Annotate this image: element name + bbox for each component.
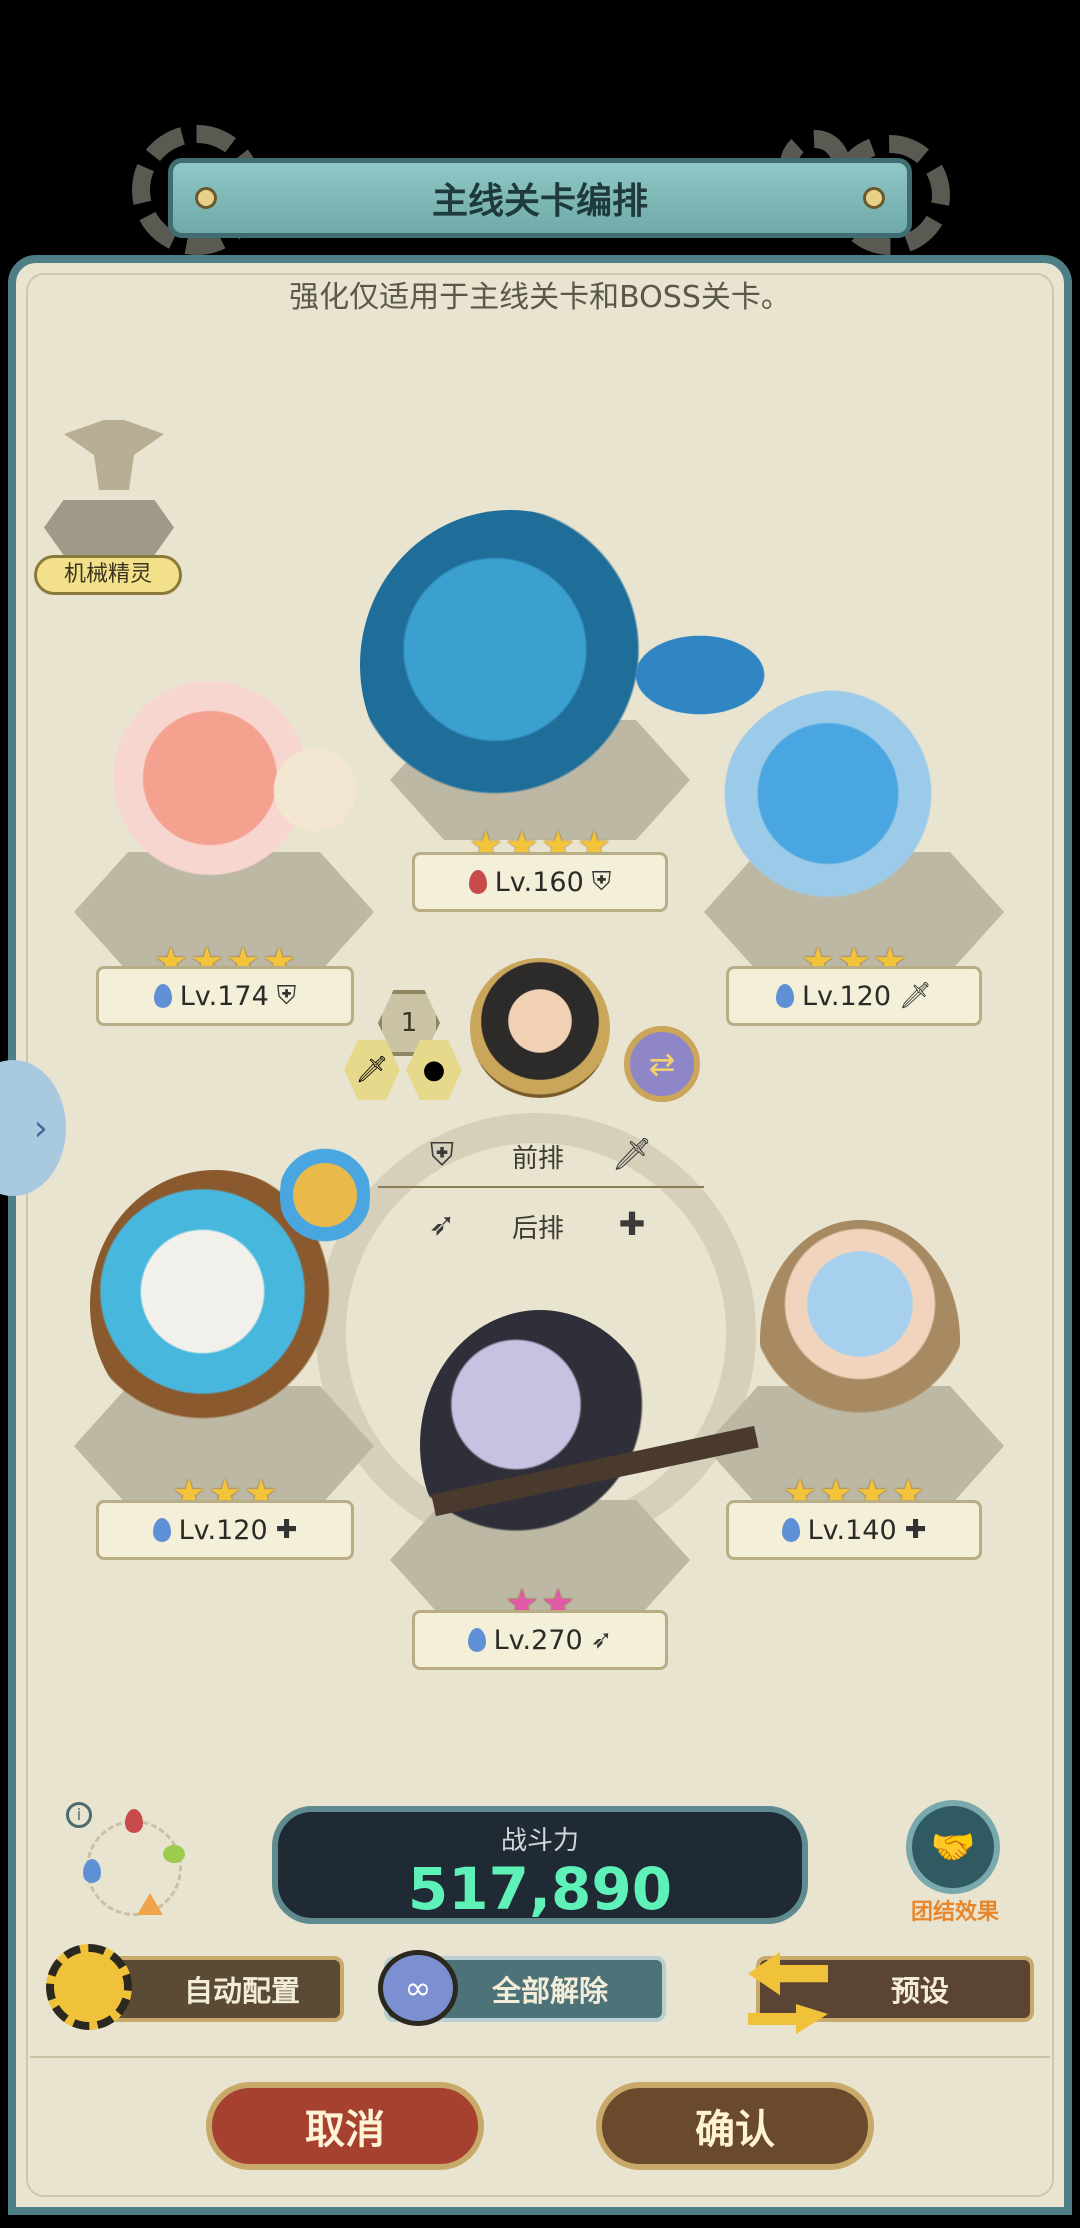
chevron-right-icon: › bbox=[33, 1107, 48, 1149]
shield-icon: ⛨ bbox=[429, 1134, 454, 1173]
hero-level-card[interactable]: Lv.120 ✚ bbox=[96, 1500, 354, 1560]
water-element-icon bbox=[152, 1518, 171, 1542]
hero-level: Lv.160 bbox=[494, 866, 584, 898]
sword-icon: 🗡 bbox=[611, 1135, 653, 1173]
element-wheel[interactable] bbox=[83, 1809, 185, 1916]
subtitle: 强化仅适用于主线关卡和BOSS关卡。 bbox=[289, 280, 791, 315]
hero-level: Lv.120 bbox=[178, 1514, 268, 1546]
shield-icon: ⛨ bbox=[276, 980, 297, 1011]
cancel-button[interactable]: 取消 bbox=[206, 2082, 484, 2170]
pet-label: 机械精灵 bbox=[34, 555, 182, 595]
water-element-icon bbox=[153, 984, 172, 1008]
wind-element-icon bbox=[163, 1845, 185, 1863]
hero-level-card[interactable]: Lv.160 ⛨ bbox=[412, 852, 668, 912]
swap-button[interactable]: ⇄ bbox=[624, 1026, 700, 1102]
hero-level: Lv.120 bbox=[801, 980, 892, 1012]
hero-level: Lv.270 bbox=[493, 1624, 583, 1656]
water-element-icon bbox=[775, 984, 794, 1008]
swap-icon: ⇄ bbox=[648, 1045, 676, 1083]
hero-sprite-dragon-tail bbox=[610, 620, 790, 730]
gear-arrow-icon bbox=[46, 1944, 132, 2030]
hero-sprite-scholar[interactable] bbox=[760, 1220, 960, 1460]
shield-icon: ⛨ bbox=[591, 866, 612, 897]
hero-level: Lv.140 bbox=[807, 1514, 897, 1546]
synergy-button[interactable]: 🤝 团结效果 bbox=[900, 1800, 1010, 1930]
bow-icon: ➶ bbox=[428, 1205, 456, 1243]
bottom-divider bbox=[30, 2056, 1050, 2058]
water-element-icon bbox=[467, 1628, 486, 1652]
water-element-icon bbox=[83, 1859, 101, 1883]
divider-line bbox=[378, 1186, 704, 1188]
hero-level: Lv.174 bbox=[179, 980, 269, 1012]
bow-icon: ➶ bbox=[590, 1625, 613, 1655]
info-icon[interactable]: i bbox=[66, 1802, 92, 1828]
handshake-icon: 🤝 bbox=[906, 1800, 1000, 1894]
unlink-icon: ∞ bbox=[378, 1950, 458, 2026]
hero-sprite-bluehair[interactable] bbox=[720, 690, 960, 920]
pet-silhouette-icon bbox=[64, 420, 164, 490]
water-element-icon bbox=[781, 1518, 800, 1542]
hero-level-card[interactable]: Lv.120 🗡 bbox=[726, 966, 982, 1026]
fire-element-icon bbox=[468, 870, 487, 894]
hero-level-card[interactable]: Lv.174 ⛨ bbox=[96, 966, 354, 1026]
hero-sprite-gunner[interactable] bbox=[420, 1310, 660, 1580]
combat-power-label: 战斗力 bbox=[500, 1826, 579, 1856]
hero-sprite-cake bbox=[260, 740, 370, 840]
fire-element-icon bbox=[125, 1809, 143, 1833]
back-row-label: 后排 bbox=[512, 1214, 565, 1244]
pet-pedestal bbox=[44, 500, 174, 555]
title-banner: 主线关卡编排 bbox=[168, 158, 912, 238]
sword-icon: 🗡 bbox=[899, 981, 933, 1011]
earth-element-icon bbox=[137, 1893, 163, 1915]
confirm-button[interactable]: 确认 bbox=[596, 2082, 874, 2170]
hero-sprite-lantern bbox=[280, 1130, 370, 1260]
page-title: 主线关卡编排 bbox=[431, 181, 648, 222]
pin-icon bbox=[195, 187, 217, 209]
sword-icon: 🗡 bbox=[355, 1055, 389, 1085]
combat-power-value: 517,890 bbox=[407, 1855, 673, 1923]
front-row-label: 前排 bbox=[512, 1144, 565, 1174]
hero-level-card[interactable]: Lv.270 ➶ bbox=[412, 1610, 668, 1670]
hero-level-card[interactable]: Lv.140 ✚ bbox=[726, 1500, 982, 1560]
leader-portrait[interactable] bbox=[470, 958, 610, 1098]
pin-icon bbox=[863, 187, 885, 209]
pet-slot[interactable]: 机械精灵 bbox=[34, 410, 184, 600]
orb-icon: ● bbox=[422, 1055, 446, 1085]
combat-power-panel: 战斗力 517,890 bbox=[272, 1806, 808, 1924]
synergy-label: 团结效果 bbox=[910, 1900, 999, 1925]
cross-icon: ✚ bbox=[275, 1515, 298, 1545]
cross-icon: ✚ bbox=[618, 1205, 646, 1243]
cross-icon: ✚ bbox=[904, 1515, 927, 1545]
